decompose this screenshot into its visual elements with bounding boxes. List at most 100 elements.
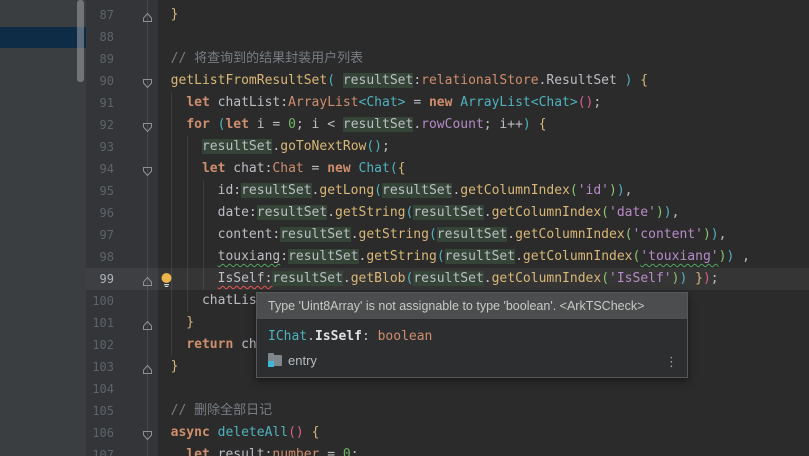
code-text[interactable]: // 删除全部日记 [155,400,273,422]
code-token: , [671,205,680,220]
code-token: . [483,205,492,220]
code-token: 0 [342,447,351,456]
line-number[interactable]: 94 [86,158,114,180]
line-number[interactable]: 87 [86,4,114,26]
line-number[interactable]: 91 [86,92,114,114]
code-line-94: 94 let chat:Chat = new Chat({ [0,158,809,180]
line-number[interactable]: 103 [86,356,114,378]
code-line-95: 95 id:resultSet.getLong(resultSet.getCol… [0,180,809,202]
code-text[interactable]: } [155,356,179,378]
code-token: ( [436,249,445,264]
code-token: ( [601,205,609,220]
code-token: ( [374,183,382,198]
line-number[interactable]: 106 [86,422,114,444]
code-token: let [186,447,210,456]
code-token: < [530,95,539,110]
code-token: let [225,117,249,132]
code-token: ( [577,95,586,110]
code-token: ) [616,183,625,198]
code-token: ArrayList [460,95,531,110]
code-text[interactable]: IsSelf:resultSet.getBlob(resultSet.getCo… [155,268,719,290]
code-token: resultSet [241,183,312,198]
code-text[interactable]: getListFromResultSet( resultSet:relation… [155,70,648,92]
code-token: . [342,271,351,286]
code-text[interactable]: id:resultSet.getLong(resultSet.getColumn… [155,180,632,202]
code-token: resultSet [256,205,328,220]
code-token: return [186,337,234,352]
module-folder-icon [268,353,282,367]
more-options-icon[interactable]: ⋮ [665,356,678,369]
code-area: 87 } 88 89 // 将查询到的结果封装用户列表 90 getListFromR… [0,4,809,456]
code-token: i = [248,117,289,132]
code-text[interactable]: let result:number = 0; [155,444,358,456]
fold-end-icon[interactable] [142,361,153,374]
code-token: { [311,425,320,440]
code-token: ArrayList [288,95,359,110]
line-number[interactable]: 88 [86,26,114,48]
fold-start-icon[interactable] [142,119,153,133]
fold-end-icon[interactable] [142,9,153,22]
line-number[interactable]: 107 [86,444,114,456]
fold-end-icon[interactable] [142,273,153,286]
code-token: ( [288,425,296,440]
fold-start-icon[interactable] [142,75,153,89]
line-number[interactable]: 90 [86,70,114,92]
code-token: getString [335,205,406,220]
code-token: { [397,161,406,176]
code-text[interactable]: let chatList:ArrayList<Chat> = new Array… [155,92,601,114]
fold-start-icon[interactable] [142,427,153,441]
code-token: } [695,271,703,286]
code-line-106: 106 async deleteAll() { [0,422,809,444]
code-token: , [718,227,727,242]
tooltip-error-message: Type 'Uint8Array' is not assignable to t… [257,293,687,320]
line-number[interactable]: 105 [86,400,114,422]
code-text[interactable]: } [155,312,194,334]
tooltip-body: IChat.IsSelf: boolean entry ⋮ [257,320,687,377]
code-text[interactable]: touxiang:resultSet.getString(resultSet.g… [155,246,750,268]
line-number[interactable]: 89 [86,48,114,70]
line-number[interactable]: 97 [86,224,114,246]
code-token: ) [374,139,382,154]
code-text[interactable]: } [155,4,179,26]
code-token: resultSet [436,227,508,242]
line-number[interactable]: 96 [86,202,114,224]
code-text[interactable]: date:resultSet.getString(resultSet.getCo… [155,202,679,224]
line-number[interactable]: 102 [86,334,114,356]
code-token: 'date' [609,205,656,220]
code-text[interactable]: for (let i = 0; i < resultSet.rowCount; … [155,114,546,136]
line-number[interactable]: 99 [86,268,114,290]
tooltip-signature: IChat.IsSelf: boolean [268,328,676,346]
line-number[interactable]: 104 [86,378,114,400]
code-token: .ResultSet [538,73,625,88]
line-number[interactable]: 98 [86,246,114,268]
line-number[interactable]: 92 [86,114,114,136]
fold-end-icon[interactable] [142,317,153,330]
line-number[interactable]: 100 [86,290,114,312]
line-number[interactable]: 93 [86,136,114,158]
code-token: { [640,73,649,88]
code-token: Chat [538,95,570,110]
code-text[interactable]: content:resultSet.getString(resultSet.ge… [155,224,726,246]
line-number[interactable]: 101 [86,312,114,334]
code-token: resultSet [413,205,484,220]
code-text[interactable]: let chat:Chat = new Chat({ [155,158,406,180]
code-text[interactable]: // 将查询到的结果封装用户列表 [155,48,364,70]
code-text[interactable]: resultSet.goToNextRow(); [155,136,390,158]
code-token: let [186,95,210,110]
code-token: getListFromResultSet [170,73,328,88]
line-number[interactable]: 95 [86,180,114,202]
code-token: = [405,95,429,110]
code-token: let [201,161,226,176]
fold-start-icon[interactable] [142,163,153,177]
code-text[interactable]: async deleteAll() { [155,422,320,444]
code-token: resultSet [342,117,414,132]
code-token: 'touxiang' [640,249,719,264]
code-token: ( [389,161,398,176]
